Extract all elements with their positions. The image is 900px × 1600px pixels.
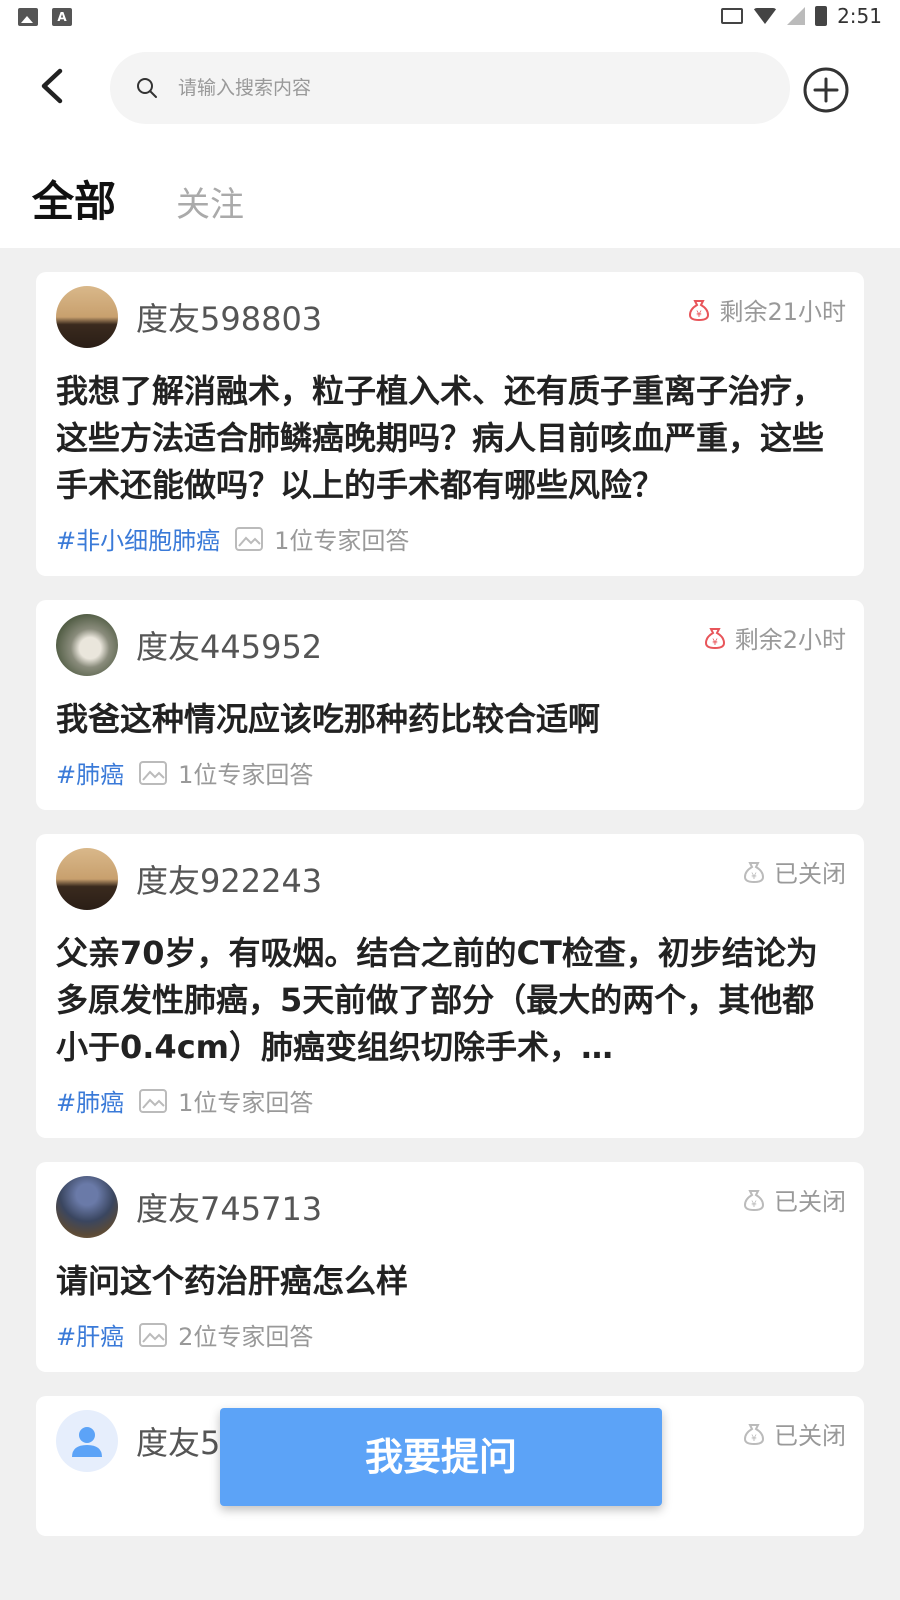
image-icon (139, 760, 168, 785)
tab-following[interactable]: 关注 (176, 177, 244, 226)
answer-count: 1位专家回答 (178, 1089, 314, 1117)
avatar[interactable] (56, 1176, 118, 1238)
avatar[interactable] (56, 1410, 118, 1472)
wifi-icon (753, 8, 778, 24)
question-card[interactable]: 度友598803 ¥ 剩余21小时 我想了解消融术，粒子植入术、还有质子重离子治… (36, 272, 864, 576)
username[interactable]: 度友445952 (136, 622, 322, 668)
topic-tag[interactable]: #肺癌 (56, 755, 124, 790)
topic-tag[interactable]: #肺癌 (56, 1083, 124, 1118)
answer-count: 1位专家回答 (178, 761, 314, 789)
status-text: 已关闭 (774, 1422, 846, 1450)
tab-all[interactable]: 全部 (32, 168, 116, 229)
money-bag-icon: ¥ (743, 1189, 765, 1211)
money-bag-icon: ¥ (743, 1423, 765, 1445)
chevron-left-icon (41, 68, 63, 104)
search-input[interactable] (178, 77, 738, 99)
status-badge: ¥ 剩余21小时 (687, 292, 846, 327)
status-text: 剩余2小时 (734, 626, 846, 654)
avatar[interactable] (56, 286, 118, 348)
back-button[interactable] (30, 64, 74, 108)
question-text[interactable]: 我爸这种情况应该吃那种药比较合适啊 (56, 696, 844, 743)
tab-bar: 全部 关注 (32, 168, 244, 229)
money-bag-icon: ¥ (689, 299, 710, 321)
username[interactable]: 度友922243 (136, 856, 322, 902)
top-bar: 全部 关注 (0, 36, 900, 248)
status-badge: ¥ 已关闭 (742, 854, 846, 889)
default-avatar-icon (72, 1427, 102, 1457)
signal-icon (787, 7, 806, 25)
question-text[interactable]: 请问这个药治肝癌怎么样 (56, 1258, 844, 1305)
svg-text:¥: ¥ (712, 638, 718, 648)
search-bar[interactable] (110, 52, 790, 124)
search-icon (137, 78, 157, 98)
topic-tag[interactable]: #肝癌 (56, 1317, 124, 1352)
question-card[interactable]: 度友445952 ¥ 剩余2小时 我爸这种情况应该吃那种药比较合适啊 #肺癌 1… (36, 600, 864, 810)
ask-question-button[interactable]: 我要提问 (220, 1408, 662, 1506)
question-text[interactable]: 父亲70岁，有吸烟。结合之前的CT检查，初步结论为多原发性肺癌，5天前做了部分（… (56, 930, 844, 1071)
svg-text:¥: ¥ (751, 1434, 757, 1444)
cast-icon (721, 8, 744, 24)
answer-count: 1位专家回答 (274, 527, 410, 555)
svg-text:¥: ¥ (751, 872, 757, 882)
status-badge: ¥ 剩余2小时 (703, 620, 846, 655)
status-badge: ¥ 已关闭 (742, 1416, 846, 1451)
status-time: 2:51 (837, 4, 882, 28)
status-text: 已关闭 (774, 860, 846, 888)
status-bar: A 2:51 (0, 0, 900, 36)
question-feed: 度友598803 ¥ 剩余21小时 我想了解消融术，粒子植入术、还有质子重离子治… (36, 272, 864, 1560)
username[interactable]: 度友598803 (136, 294, 322, 340)
image-notification-icon (18, 8, 38, 26)
question-card[interactable]: 度友922243 ¥ 已关闭 父亲70岁，有吸烟。结合之前的CT检查，初步结论为… (36, 834, 864, 1138)
status-text: 已关闭 (774, 1188, 846, 1216)
battery-icon (815, 6, 828, 26)
answer-count: 2位专家回答 (178, 1323, 314, 1351)
money-bag-icon: ¥ (704, 627, 725, 649)
avatar[interactable] (56, 614, 118, 676)
add-icon[interactable] (802, 66, 850, 114)
question-text[interactable]: 我想了解消融术，粒子植入术、还有质子重离子治疗，这些方法适合肺鳞癌晚期吗？病人目… (56, 368, 844, 509)
image-icon (235, 526, 264, 551)
image-icon (139, 1088, 168, 1113)
topic-tag[interactable]: #非小细胞肺癌 (56, 521, 220, 556)
status-text: 剩余21小时 (719, 298, 846, 326)
svg-text:¥: ¥ (697, 310, 703, 320)
font-notification-icon: A (52, 8, 72, 26)
avatar[interactable] (56, 848, 118, 910)
image-icon (139, 1322, 168, 1347)
question-card[interactable]: 度友745713 ¥ 已关闭 请问这个药治肝癌怎么样 #肝癌 2位专家回答 (36, 1162, 864, 1372)
username[interactable]: 度友745713 (136, 1184, 322, 1230)
svg-text:¥: ¥ (751, 1200, 757, 1210)
status-badge: ¥ 已关闭 (742, 1182, 846, 1217)
money-bag-icon: ¥ (743, 861, 765, 883)
